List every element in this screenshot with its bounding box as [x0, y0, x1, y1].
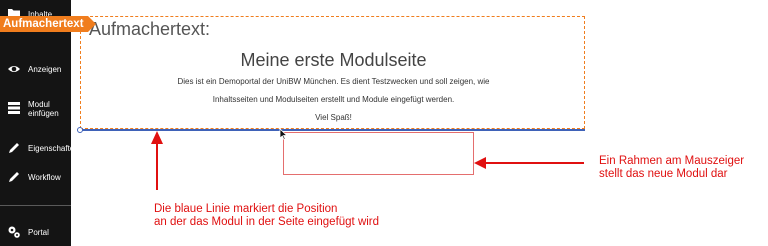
annotation-line: Die blaue Linie markiert die Position — [154, 203, 338, 215]
annotation-arrow-up — [151, 131, 163, 190]
annotation-line: stellt das neue Modul dar — [599, 168, 728, 180]
annotation-text: Ein Rahmen am Mauszeiger stellt das neue… — [599, 155, 744, 181]
module-type-tag[interactable]: Aufmachertext — [0, 16, 96, 32]
annotation-line: Ein Rahmen am Mauszeiger — [599, 155, 745, 167]
annotation-line: an der das Modul in der Seite eingefügt … — [154, 216, 380, 228]
annotation-text: Die blaue Linie markiert die Position an… — [154, 203, 379, 229]
